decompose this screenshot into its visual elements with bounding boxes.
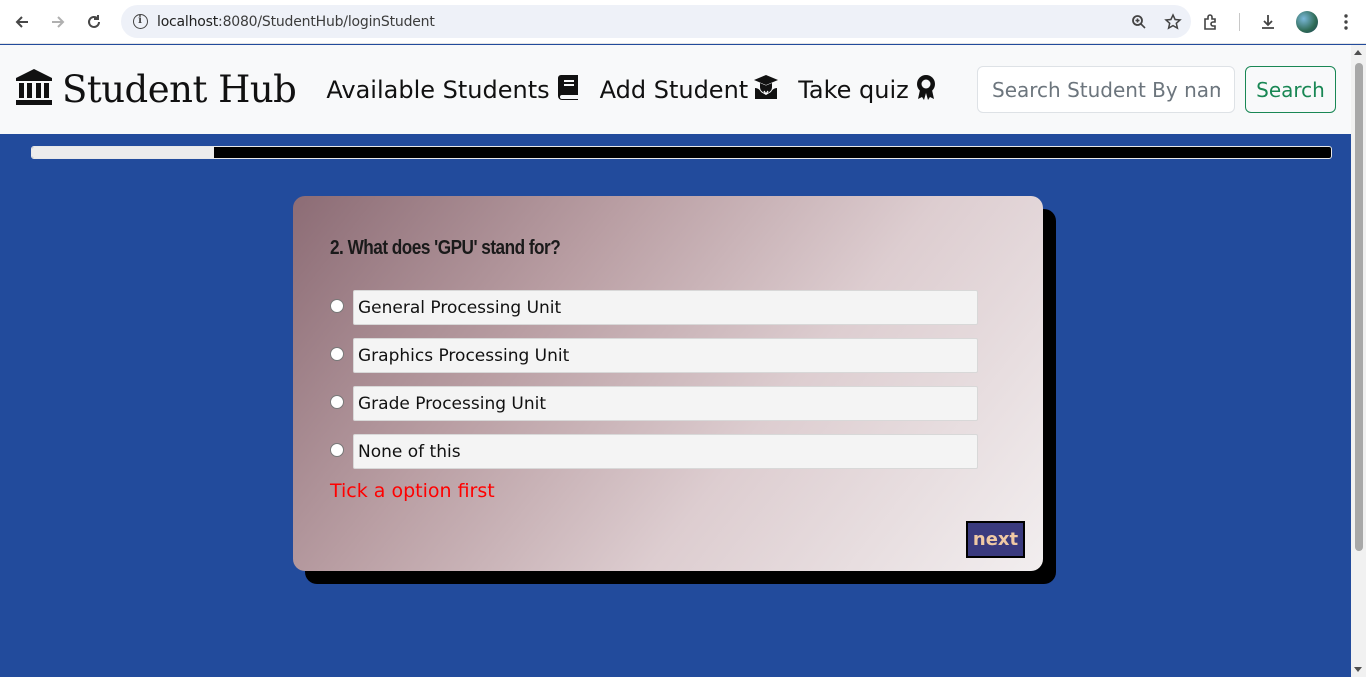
option-radio[interactable] <box>330 442 344 457</box>
nav-add-student[interactable]: Add Student <box>600 74 779 106</box>
search-form: Search <box>977 66 1336 113</box>
option-radio[interactable] <box>330 394 344 409</box>
bookmark-star-icon[interactable] <box>1163 12 1183 32</box>
brand-title: Student Hub <box>62 68 297 111</box>
menu-kebab-icon[interactable] <box>1336 12 1356 32</box>
award-icon <box>909 74 937 106</box>
scroll-down-arrow[interactable] <box>1354 667 1362 672</box>
search-button[interactable]: Search <box>1245 66 1336 113</box>
nav-take-quiz[interactable]: Take quiz <box>798 74 937 106</box>
nav-available-students[interactable]: Available Students <box>326 74 579 106</box>
nav-take-quiz-label: Take quiz <box>798 75 909 104</box>
url-host: localhost <box>157 13 219 30</box>
option-row: General Processing Unit <box>330 290 978 325</box>
forward-arrow-icon[interactable] <box>40 4 76 40</box>
quiz-progress-fill <box>32 147 214 158</box>
toolbar-divider <box>1239 13 1240 31</box>
option-radio[interactable] <box>330 346 344 361</box>
nav-links: Available Students Add Student Take quiz <box>326 74 956 106</box>
nav-available-students-label: Available Students <box>326 75 550 104</box>
option-label[interactable]: None of this <box>353 434 978 469</box>
option-row: None of this <box>330 434 978 469</box>
option-row: Graphics Processing Unit <box>330 338 978 373</box>
validation-warning: Tick a option first <box>330 480 495 502</box>
extensions-icon[interactable] <box>1201 12 1221 32</box>
question-text: 2. What does 'GPU' stand for? <box>330 237 561 259</box>
quiz-card: 2. What does 'GPU' stand for? General Pr… <box>293 196 1043 571</box>
scroll-thumb[interactable] <box>1355 63 1363 551</box>
option-row: Grade Processing Unit <box>330 386 978 421</box>
download-icon[interactable] <box>1258 12 1278 32</box>
reload-icon[interactable] <box>76 4 112 40</box>
option-radio[interactable] <box>330 298 344 313</box>
option-label[interactable]: General Processing Unit <box>353 290 978 325</box>
bank-building-icon <box>14 68 54 111</box>
zoom-icon[interactable] <box>1129 12 1149 32</box>
quiz-progress-bar <box>31 146 1332 159</box>
app-navbar: Student Hub Available Students Add Stude… <box>0 45 1351 134</box>
back-arrow-icon[interactable] <box>4 4 40 40</box>
address-bar[interactable]: i localhost:8080/StudentHub/loginStudent <box>121 5 1191 38</box>
url-text[interactable]: localhost:8080/StudentHub/loginStudent <box>157 14 435 30</box>
profile-avatar[interactable] <box>1296 11 1318 33</box>
book-icon <box>550 74 580 106</box>
search-input[interactable] <box>977 66 1235 113</box>
brand[interactable]: Student Hub <box>14 68 297 111</box>
url-path: :8080/StudentHub/loginStudent <box>218 13 435 30</box>
scroll-up-arrow[interactable] <box>1354 50 1362 55</box>
browser-toolbar: i localhost:8080/StudentHub/loginStudent <box>0 0 1366 44</box>
site-info-icon[interactable]: i <box>123 14 157 29</box>
option-label[interactable]: Grade Processing Unit <box>353 386 978 421</box>
option-label[interactable]: Graphics Processing Unit <box>353 338 978 373</box>
nav-add-student-label: Add Student <box>599 75 749 104</box>
page-scrollbar[interactable] <box>1351 45 1366 677</box>
graduate-icon <box>748 74 779 106</box>
next-button[interactable]: next <box>966 521 1025 558</box>
